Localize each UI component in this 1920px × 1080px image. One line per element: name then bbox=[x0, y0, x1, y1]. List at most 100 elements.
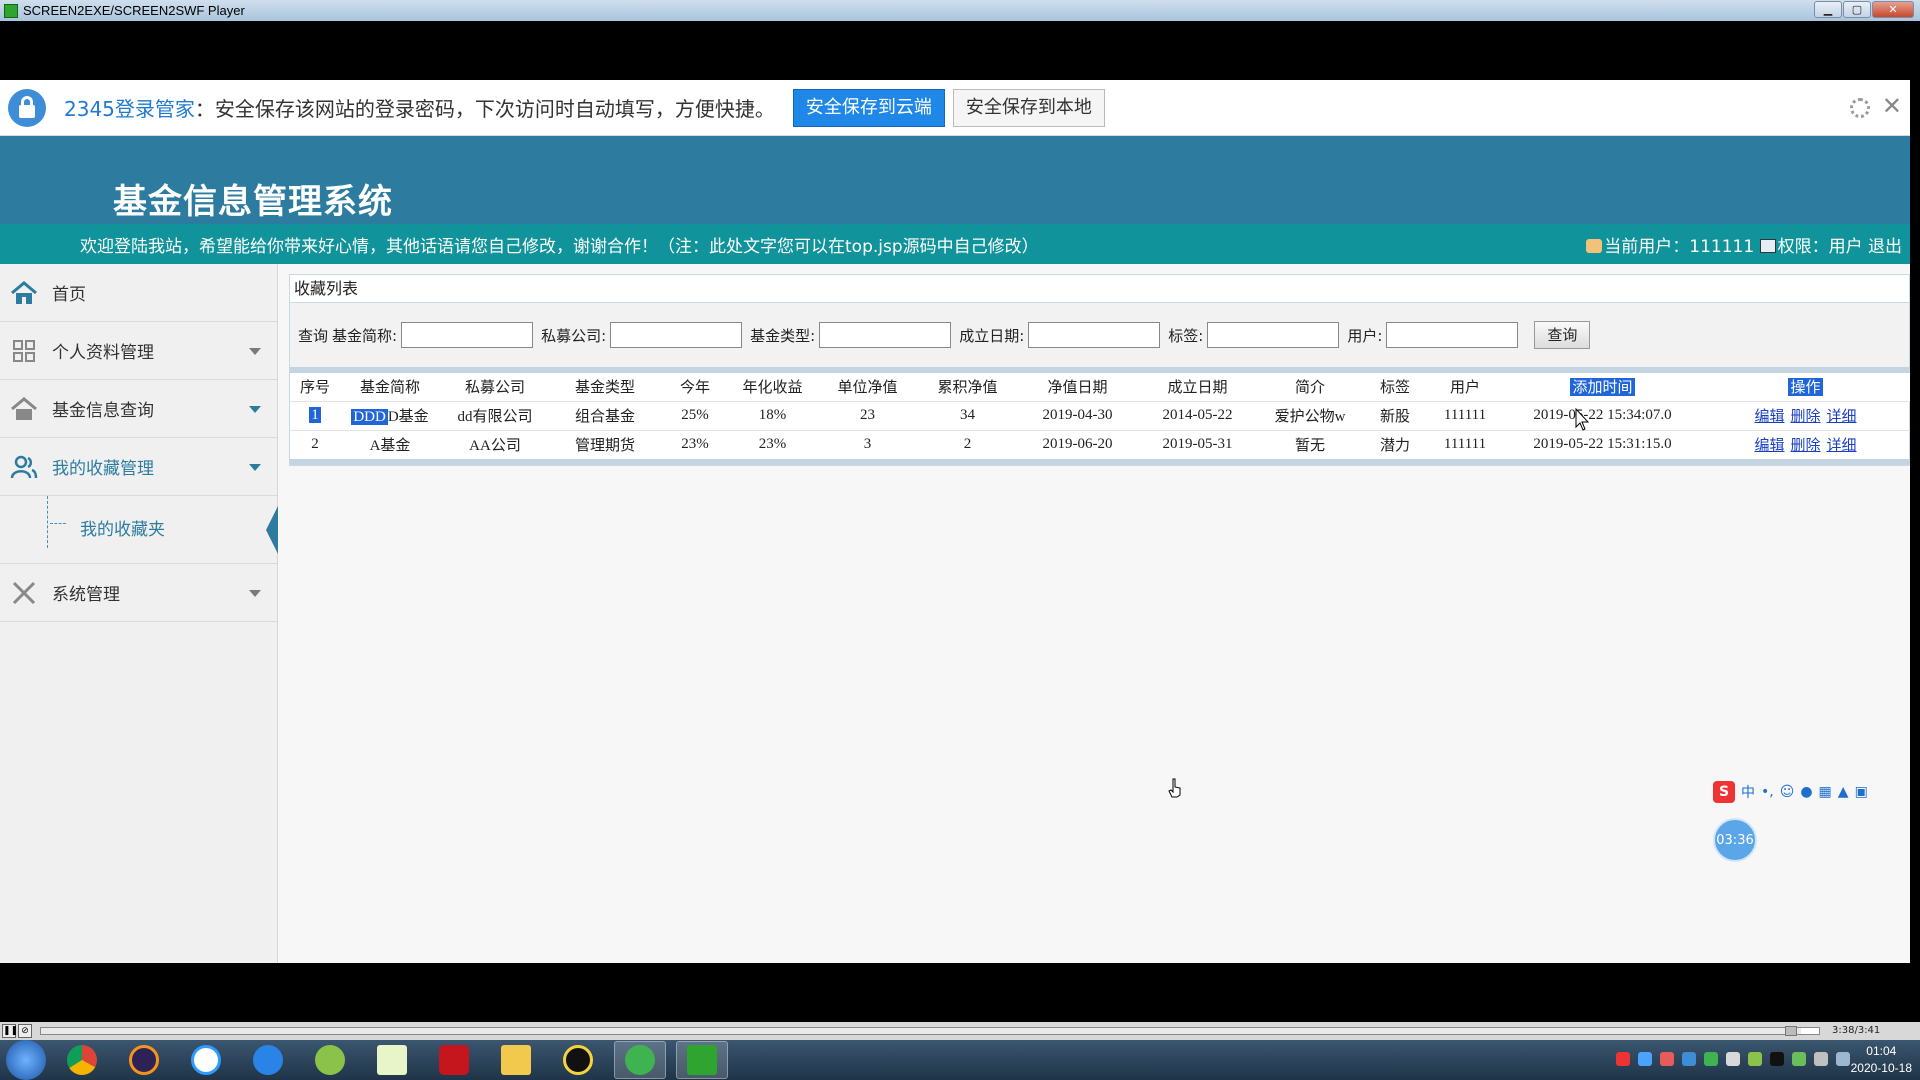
sogou-tray-icon[interactable] bbox=[1616, 1052, 1630, 1066]
sidebar-item-favorites[interactable]: 我的收藏管理 bbox=[0, 438, 277, 496]
column-header: 年化收益 bbox=[730, 373, 815, 401]
sidebar-item-label: 首页 bbox=[52, 285, 86, 305]
fund-type: 管理期货 bbox=[550, 429, 660, 459]
sound-tray-icon[interactable] bbox=[1814, 1052, 1828, 1066]
fund-type-input[interactable] bbox=[819, 322, 952, 348]
nav-date: 2019-04-30 bbox=[1015, 400, 1140, 430]
skin-icon[interactable]: ▲ bbox=[1838, 784, 1849, 800]
clock[interactable]: 01:04 2020-10-18 bbox=[1851, 1043, 1912, 1077]
stop-button[interactable]: ⊘ bbox=[18, 1024, 32, 1038]
recording-timer[interactable]: 03:36 bbox=[1713, 818, 1757, 862]
tomcat-taskbar-icon[interactable] bbox=[304, 1041, 356, 1079]
user: 111111 bbox=[1425, 400, 1505, 430]
chevron-down-icon bbox=[249, 348, 261, 355]
tag-input[interactable] bbox=[1207, 322, 1340, 348]
window-title: SCREEN2EXE/SCREEN2SWF Player bbox=[23, 3, 245, 18]
pause-button[interactable]: ❚❚ bbox=[2, 1024, 18, 1038]
sidebar-item-label: 系统管理 bbox=[52, 585, 120, 605]
chrome-taskbar-icon[interactable] bbox=[56, 1041, 108, 1079]
sogou-icon[interactable]: S bbox=[1713, 781, 1735, 803]
shield-tray-icon[interactable] bbox=[1682, 1052, 1696, 1066]
password-manager-brand[interactable]: 2345登录管家 bbox=[64, 97, 195, 121]
fund-name-input[interactable] bbox=[401, 322, 534, 348]
punctuation-icon[interactable]: •, bbox=[1761, 784, 1774, 800]
security-tray-icon[interactable] bbox=[1660, 1052, 1674, 1066]
minimize-button[interactable]: ▁ bbox=[1814, 1, 1842, 18]
sidebar-item-personal[interactable]: 个人资料管理 bbox=[0, 322, 277, 380]
qq-tray-icon[interactable] bbox=[1770, 1052, 1784, 1066]
save-to-local-button[interactable]: 安全保存到本地 bbox=[952, 88, 1105, 127]
display-tray-icon[interactable] bbox=[1792, 1052, 1806, 1066]
screen2exe-taskbar-icon[interactable] bbox=[676, 1041, 728, 1079]
mouse-cursor-icon bbox=[1575, 408, 1589, 431]
users-icon bbox=[10, 454, 38, 480]
seek-bar[interactable] bbox=[40, 1026, 1820, 1036]
unit-nav: 23 bbox=[815, 400, 920, 430]
password-bar-message: 2345登录管家：安全保存该网站的登录密码，下次访问时自动填写，方便快捷。 bbox=[64, 93, 775, 122]
gear-icon[interactable] bbox=[1850, 98, 1870, 118]
ime-toolbar[interactable]: S 中 •, ☺ ● ▦ ▲ ▣ bbox=[1713, 780, 1913, 804]
table-footer bbox=[290, 459, 1909, 465]
user-label: 用户: bbox=[1347, 326, 1383, 345]
delete-link[interactable]: 删除 bbox=[1790, 438, 1820, 454]
search-button[interactable]: 查询 bbox=[1534, 321, 1591, 349]
column-header: 成立日期 bbox=[1140, 373, 1255, 401]
column-header: 单位净值 bbox=[815, 373, 920, 401]
close-icon[interactable]: ✕ bbox=[1882, 92, 1902, 120]
eclipse-taskbar-icon[interactable] bbox=[118, 1041, 170, 1079]
system-tray bbox=[1616, 1052, 1850, 1066]
flash-taskbar-icon[interactable] bbox=[428, 1041, 480, 1079]
column-header: 用户 bbox=[1425, 373, 1505, 401]
user-icon bbox=[1586, 238, 1603, 253]
flag-tray-icon[interactable] bbox=[1748, 1052, 1762, 1066]
detail-link[interactable]: 详细 bbox=[1827, 409, 1857, 425]
detail-link[interactable]: 详细 bbox=[1827, 438, 1857, 454]
volume-tray-icon[interactable] bbox=[1726, 1052, 1740, 1066]
wechat-taskbar-icon[interactable] bbox=[614, 1041, 666, 1079]
qq-taskbar-icon[interactable] bbox=[552, 1041, 604, 1079]
edit-link[interactable]: 编辑 bbox=[1754, 438, 1784, 454]
tag-label: 标签: bbox=[1168, 326, 1204, 345]
keyboard-icon[interactable]: ▦ bbox=[1819, 784, 1832, 800]
network-tray-icon[interactable] bbox=[1638, 1052, 1652, 1066]
desktop-tray-icon[interactable] bbox=[1836, 1052, 1850, 1066]
notepad-taskbar-icon[interactable] bbox=[366, 1041, 418, 1079]
column-header: 私募公司 bbox=[440, 373, 550, 401]
company-input[interactable] bbox=[610, 322, 743, 348]
sidebar-item-fund-query[interactable]: 基金信息查询 bbox=[0, 380, 277, 438]
baidu-netdisk-taskbar-icon[interactable] bbox=[180, 1041, 232, 1079]
tools-icon bbox=[10, 580, 38, 606]
maximize-button[interactable]: ▢ bbox=[1843, 1, 1871, 18]
user-input[interactable] bbox=[1386, 322, 1519, 348]
setup-date-input[interactable] bbox=[1028, 322, 1161, 348]
main-content: 收藏列表 查询 基金简称: 私募公司: 基金类型: 成立日期: 标签: 用户: … bbox=[289, 274, 1910, 466]
start-button[interactable] bbox=[6, 1040, 46, 1080]
save-to-cloud-button[interactable]: 安全保存到云端 bbox=[792, 88, 945, 127]
sidebar-subitem-my-favorites[interactable]: 我的收藏夹 bbox=[0, 496, 278, 564]
logout-link[interactable]: 退出 bbox=[1868, 237, 1902, 257]
browser-taskbar-icon[interactable] bbox=[242, 1041, 294, 1079]
chevron-down-icon bbox=[249, 406, 261, 413]
company: dd有限公司 bbox=[440, 400, 550, 430]
sidebar-item-home[interactable]: 首页 bbox=[0, 264, 277, 322]
window-close-button[interactable]: ✕ bbox=[1872, 1, 1914, 18]
intro: 爱护公物w bbox=[1255, 400, 1365, 430]
fund-name: A基金 bbox=[340, 429, 440, 459]
search-bar: 查询 基金简称: 私募公司: 基金类型: 成立日期: 标签: 用户: 查询 bbox=[290, 303, 1909, 373]
explorer-taskbar-icon[interactable] bbox=[490, 1041, 542, 1079]
seek-thumb[interactable] bbox=[1785, 1026, 1797, 1036]
added-time: 2019-05-22 15:34:07.0 bbox=[1505, 400, 1700, 430]
favorites-panel: 收藏列表 查询 基金简称: 私募公司: 基金类型: 成立日期: 标签: 用户: … bbox=[289, 274, 1910, 466]
ime-mode[interactable]: 中 bbox=[1741, 782, 1755, 802]
sidebar-item-system[interactable]: 系统管理 bbox=[0, 564, 277, 622]
nav-date: 2019-06-20 bbox=[1015, 429, 1140, 459]
wechat-tray-icon[interactable] bbox=[1704, 1052, 1718, 1066]
edit-link[interactable]: 编辑 bbox=[1754, 409, 1784, 425]
emoji-icon[interactable]: ☺ bbox=[1780, 784, 1795, 800]
acc-nav: 34 bbox=[920, 400, 1015, 430]
column-header: 操作 bbox=[1788, 378, 1823, 397]
microphone-icon[interactable]: ● bbox=[1800, 784, 1812, 800]
delete-link[interactable]: 删除 bbox=[1790, 409, 1820, 425]
table-row: 1 DDD D基金 dd有限公司 组合基金 25% 18% 23 34 2019-… bbox=[290, 400, 1910, 430]
toolbox-icon[interactable]: ▣ bbox=[1855, 784, 1868, 800]
